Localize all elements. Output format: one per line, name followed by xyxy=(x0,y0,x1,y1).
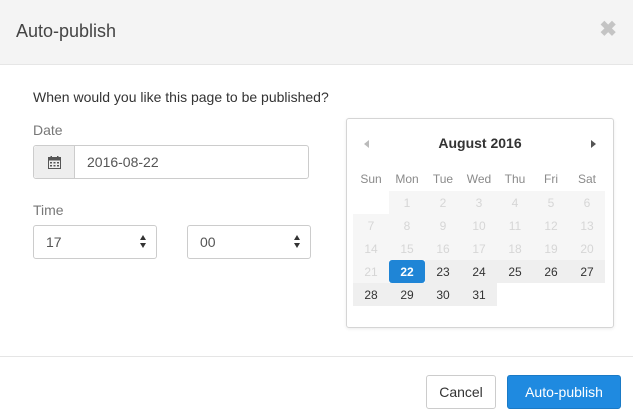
minute-select[interactable]: 00 xyxy=(187,225,311,259)
calendar-day-disabled: 2 xyxy=(425,191,461,214)
calendar-day-disabled: 10 xyxy=(461,214,497,237)
weekday-label: Sat xyxy=(577,172,596,186)
footer-divider xyxy=(0,356,633,357)
question-text: When would you like this page to be publ… xyxy=(33,89,329,105)
calendar-day[interactable]: 31 xyxy=(461,283,497,306)
calendar-day-disabled: 14 xyxy=(353,237,389,260)
hour-value: 17 xyxy=(46,234,62,250)
calendar-day[interactable]: 29 xyxy=(389,283,425,306)
weekday-label: Thu xyxy=(504,172,526,186)
next-month-icon[interactable] xyxy=(591,140,596,148)
calendar-day-disabled: 5 xyxy=(533,191,569,214)
calendar-day-disabled: 12 xyxy=(533,214,569,237)
calendar-day-disabled: 1 xyxy=(389,191,425,214)
calendar-day-disabled: 4 xyxy=(497,191,533,214)
calendar-empty-cell xyxy=(497,283,533,306)
weekday-label: Sun xyxy=(360,172,382,186)
weekday-label: Tue xyxy=(432,172,454,186)
weekday-row: Sun Mon Tue Wed Thu Fri Sat xyxy=(353,167,605,191)
date-field[interactable] xyxy=(75,146,308,178)
calendar-week-row: 7 8 9 10 11 12 13 xyxy=(353,214,605,237)
dialog-header: Auto-publish ✖ xyxy=(0,0,633,65)
calendar-day-selected[interactable]: 22 xyxy=(389,260,425,283)
calendar-week-row: 14 15 16 17 18 19 20 xyxy=(353,237,605,260)
calendar-grid: Sun Mon Tue Wed Thu Fri Sat 1 2 3 4 5 6 7 8 9 10 1… xyxy=(353,167,605,306)
hour-select[interactable]: 17 xyxy=(33,225,157,259)
calendar-icon[interactable] xyxy=(34,146,75,178)
calendar-day-disabled: 11 xyxy=(497,214,533,237)
calendar-day-disabled: 16 xyxy=(425,237,461,260)
calendar-day-disabled: 20 xyxy=(569,237,605,260)
calendar-day[interactable]: 26 xyxy=(533,260,569,283)
calendar-day-disabled: 13 xyxy=(569,214,605,237)
calendar-days: 1 2 3 4 5 6 7 8 9 10 11 12 13 14 15 16 17 18 19 20 21 22 23 24 2… xyxy=(353,191,605,306)
calendar-day-disabled: 7 xyxy=(353,214,389,237)
calendar-week-row: 28 29 30 31 xyxy=(353,283,605,306)
calendar-day-disabled: 17 xyxy=(461,237,497,260)
weekday-label: Wed xyxy=(466,172,492,186)
month-label[interactable]: August 2016 xyxy=(347,135,613,151)
calendar-week-row: 21 22 23 24 25 26 27 xyxy=(353,260,605,283)
calendar-day-disabled: 3 xyxy=(461,191,497,214)
calendar-day[interactable]: 25 xyxy=(497,260,533,283)
calendar-header: August 2016 xyxy=(347,119,613,167)
calendar-day-disabled: 21 xyxy=(353,260,389,283)
calendar-day-disabled: 6 xyxy=(569,191,605,214)
weekday-label: Mon xyxy=(395,172,419,186)
minute-value: 00 xyxy=(200,234,216,250)
calendar-empty-cell xyxy=(569,283,605,306)
calendar-day-disabled: 8 xyxy=(389,214,425,237)
select-arrows-icon xyxy=(294,235,300,249)
calendar-day-disabled: 18 xyxy=(497,237,533,260)
calendar-day[interactable]: 27 xyxy=(569,260,605,283)
calendar-day-disabled: 15 xyxy=(389,237,425,260)
close-icon[interactable]: ✖ xyxy=(599,19,617,40)
time-label: Time xyxy=(33,202,64,218)
datepicker-calendar: August 2016 Sun Mon Tue Wed Thu Fri Sat … xyxy=(346,118,614,328)
dialog-title: Auto-publish xyxy=(16,21,117,41)
calendar-week-row: 123456 xyxy=(353,191,605,214)
date-label: Date xyxy=(33,122,63,138)
calendar-day-disabled: 9 xyxy=(425,214,461,237)
calendar-day-disabled: 19 xyxy=(533,237,569,260)
calendar-empty-cell xyxy=(353,191,389,214)
calendar-day[interactable]: 30 xyxy=(425,283,461,306)
calendar-empty-cell xyxy=(533,283,569,306)
date-input-group xyxy=(33,145,309,179)
calendar-day[interactable]: 24 xyxy=(461,260,497,283)
calendar-day[interactable]: 23 xyxy=(425,260,461,283)
calendar-day[interactable]: 28 xyxy=(353,283,389,306)
select-arrows-icon xyxy=(140,235,146,249)
weekday-label: Fri xyxy=(544,172,558,186)
